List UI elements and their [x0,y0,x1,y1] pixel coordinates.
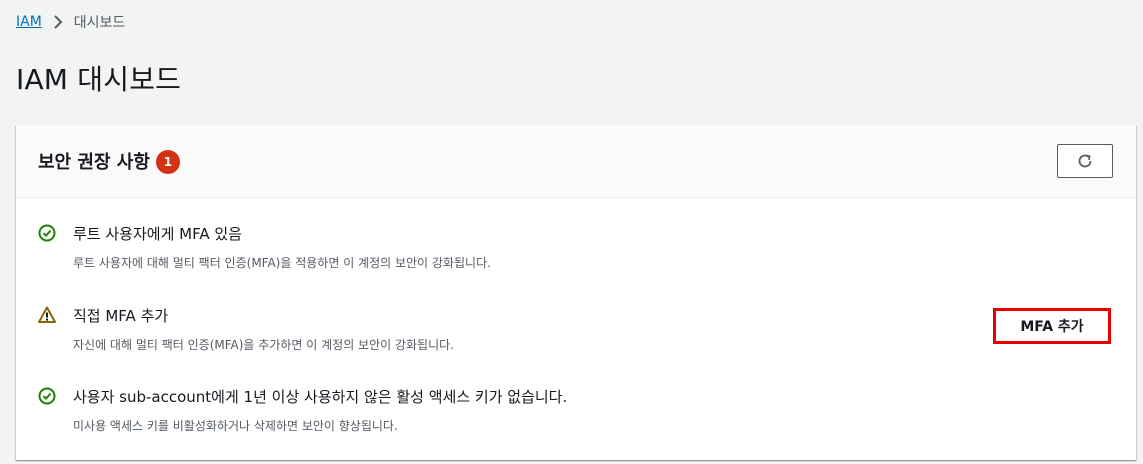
recommendation-title: 사용자 sub-account에게 1년 이상 사용하지 않은 활성 액세스 키… [73,388,568,406]
refresh-icon [1078,154,1092,168]
security-recommendations-panel: 보안 권장 사항 1 루트 사용자에게 MFA 있음 루트 사용자에 대해 멀티… [16,125,1136,460]
chevron-right-icon [48,12,68,32]
recommendation-description: 미사용 액세스 키를 비활성화하거나 삭제하면 보안이 향상됩니다. [73,419,398,433]
count-badge: 1 [155,150,180,174]
warning-triangle-icon [38,306,56,324]
panel-title: 보안 권장 사항 [38,152,150,173]
breadcrumb: IAM 대시보드 [16,12,125,32]
recommendation-title: 직접 MFA 추가 [73,307,169,325]
page-title: IAM 대시보드 [16,63,182,96]
breadcrumb-link-iam[interactable]: IAM [16,14,42,30]
panel-header: 보안 권장 사항 1 [16,125,1136,198]
breadcrumb-current: 대시보드 [73,15,126,31]
add-mfa-button[interactable]: MFA 추가 [993,308,1111,344]
recommendation-description: 루트 사용자에 대해 멀티 팩터 인증(MFA)을 적용하면 이 계정의 보안이… [73,256,491,270]
recommendation-description: 자신에 대해 멀티 팩터 인증(MFA)을 추가하면 이 계정의 보안이 강화됩… [73,338,454,352]
recommendation-title: 루트 사용자에게 MFA 있음 [73,225,242,243]
refresh-button[interactable] [1057,144,1113,178]
check-circle-icon [38,387,56,405]
check-circle-icon [38,224,56,242]
